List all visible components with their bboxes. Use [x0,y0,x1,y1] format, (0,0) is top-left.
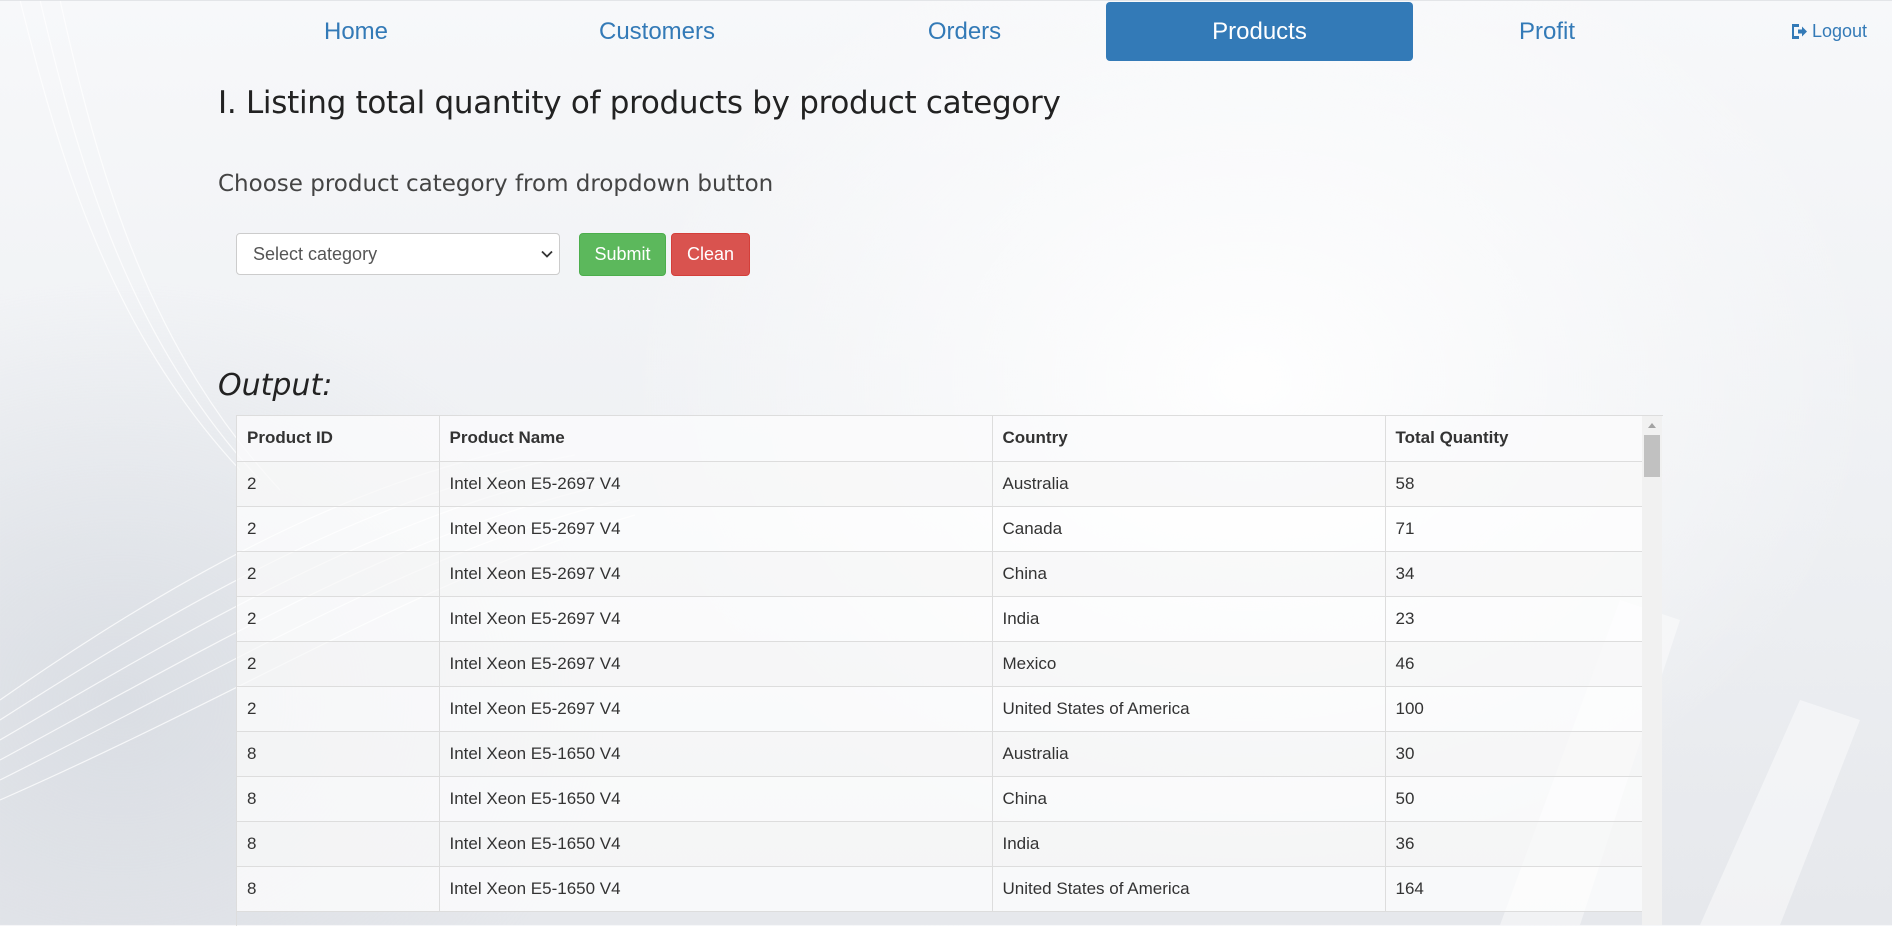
cell-product-id: 2 [237,641,440,687]
cell-product-id: 8 [237,866,440,912]
cell-product-name: Intel Xeon E5-2697 V4 [439,506,993,552]
cell-product-name: Intel Xeon E5-1650 V4 [439,776,993,822]
cell-total-quantity: 50 [1385,776,1643,822]
nav-customers[interactable]: Customers [537,2,777,61]
table-row: 8 Intel Xeon E5-1650 V4 China 50 [237,776,1643,822]
cell-product-name: Intel Xeon E5-2697 V4 [439,551,993,597]
cell-product-id: 2 [237,551,440,597]
table-row: 2 Intel Xeon E5-2697 V4 China 34 [237,551,1643,597]
cell-product-id: 8 [237,731,440,777]
cell-product-id: 2 [237,686,440,732]
category-select-wrapper: Select category [236,233,560,275]
table-row: 2 Intel Xeon E5-2697 V4 India 23 [237,596,1643,642]
cell-country: United States of America [992,866,1386,912]
table-scrollbar[interactable] [1642,416,1662,925]
cell-product-id: 2 [237,506,440,552]
column-header-total-quantity: Total Quantity [1385,416,1643,462]
column-header-product-id: Product ID [237,416,440,462]
cell-product-name: Intel Xeon E5-2697 V4 [439,686,993,732]
page-title: I. Listing total quantity of products by… [218,85,1061,121]
column-header-product-name: Product Name [439,416,993,462]
cell-total-quantity: 46 [1385,641,1643,687]
cell-country: Mexico [992,641,1386,687]
table-row: 2 Intel Xeon E5-2697 V4 United States of A… [237,686,1643,732]
cell-country: Australia [992,731,1386,777]
table-row: 2 Intel Xeon E5-2697 V4 Mexico 46 [237,641,1643,687]
logout-link[interactable]: Logout [1790,21,1867,42]
instruction-text: Choose product category from dropdown bu… [218,171,774,197]
nav-profit[interactable]: Profit [1440,2,1654,61]
sign-out-icon [1790,23,1808,40]
cell-country: United States of America [992,686,1386,732]
cell-product-id: 2 [237,461,440,507]
table-row: 8 Intel Xeon E5-1650 V4 United States of A… [237,866,1643,912]
nav-orders[interactable]: Orders [842,2,1087,61]
table-row: 2 Intel Xeon E5-2697 V4 Australia 58 [237,461,1643,507]
cell-country: Australia [992,461,1386,507]
results-table: Product ID Product Name Country Total Qu… [237,416,1643,912]
nav-home[interactable]: Home [240,2,472,61]
table-header-row: Product ID Product Name Country Total Qu… [237,416,1643,462]
cell-total-quantity: 23 [1385,596,1643,642]
cell-product-id: 2 [237,596,440,642]
table-row: 2 Intel Xeon E5-2697 V4 Canada 71 [237,506,1643,552]
cell-country: Canada [992,506,1386,552]
output-heading: Output: [218,368,333,403]
cell-total-quantity: 164 [1385,866,1643,912]
cell-product-name: Intel Xeon E5-1650 V4 [439,731,993,777]
top-navbar: Home Customers Orders Products Profit Lo… [0,0,1892,62]
cell-country: India [992,596,1386,642]
cell-total-quantity: 100 [1385,686,1643,732]
cell-total-quantity: 34 [1385,551,1643,597]
cell-product-id: 8 [237,821,440,867]
logout-label: Logout [1812,21,1868,41]
table-row: 8 Intel Xeon E5-1650 V4 Australia 30 [237,731,1643,777]
submit-button[interactable]: Submit [579,233,666,276]
cell-total-quantity: 58 [1385,461,1643,507]
cell-total-quantity: 30 [1385,731,1643,777]
category-select[interactable]: Select category [236,233,560,275]
nav-products[interactable]: Products [1106,2,1413,61]
scrollbar-thumb[interactable] [1644,435,1660,477]
cell-country: China [992,776,1386,822]
cell-country: India [992,821,1386,867]
cell-product-name: Intel Xeon E5-2697 V4 [439,596,993,642]
cell-country: China [992,551,1386,597]
cell-product-id: 8 [237,776,440,822]
cell-total-quantity: 71 [1385,506,1643,552]
cell-product-name: Intel Xeon E5-1650 V4 [439,821,993,867]
results-table-container: Product ID Product Name Country Total Qu… [236,415,1663,926]
column-header-country: Country [992,416,1386,462]
cell-total-quantity: 36 [1385,821,1643,867]
cell-product-name: Intel Xeon E5-2697 V4 [439,461,993,507]
scroll-up-arrow-icon[interactable] [1642,416,1662,433]
cell-product-name: Intel Xeon E5-2697 V4 [439,641,993,687]
table-row: 8 Intel Xeon E5-1650 V4 India 36 [237,821,1643,867]
cell-product-name: Intel Xeon E5-1650 V4 [439,866,993,912]
clean-button[interactable]: Clean [671,233,750,276]
